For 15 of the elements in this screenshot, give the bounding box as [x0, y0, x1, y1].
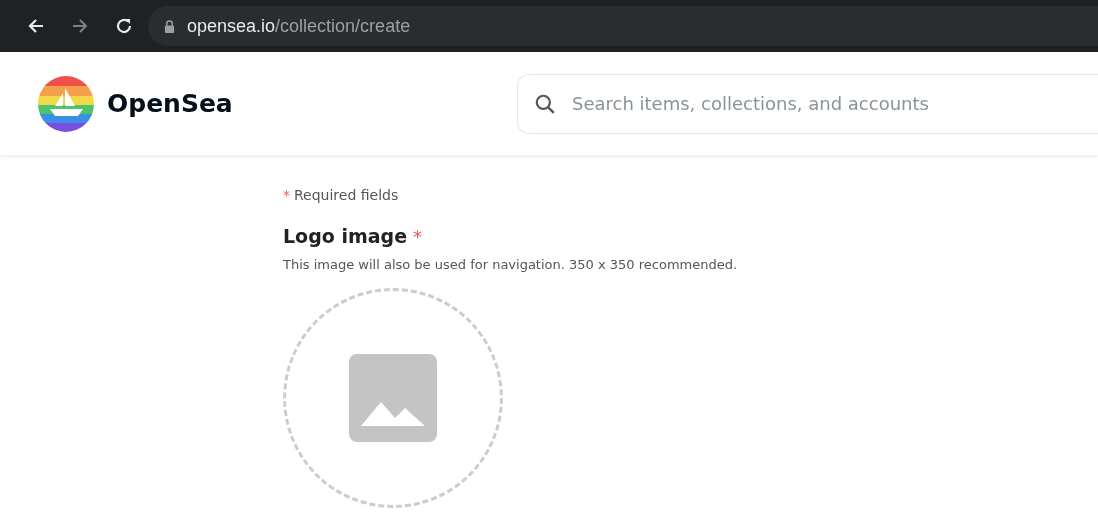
search-icon [534, 92, 556, 115]
required-fields-note: Required fields [294, 187, 399, 203]
brand-name[interactable]: OpenSea [107, 89, 233, 118]
reload-icon[interactable] [114, 16, 134, 36]
required-asterisk: * [413, 226, 423, 247]
rainbow-ship-logo-icon[interactable] [38, 75, 94, 132]
field-description: This image will also be used for navigation. 350 x 350 recommended. [283, 257, 739, 272]
url-path: /collection/create [275, 15, 411, 37]
search-field[interactable]: Search items, collections, and accounts [517, 73, 1098, 134]
field-label: Logo image [283, 225, 408, 247]
address-bar[interactable]: opensea.io/collection/create [148, 6, 1098, 46]
url-host: opensea.io [187, 15, 276, 37]
required-asterisk: * [283, 187, 290, 203]
lock-icon [164, 19, 175, 33]
image-placeholder-icon [349, 354, 437, 442]
